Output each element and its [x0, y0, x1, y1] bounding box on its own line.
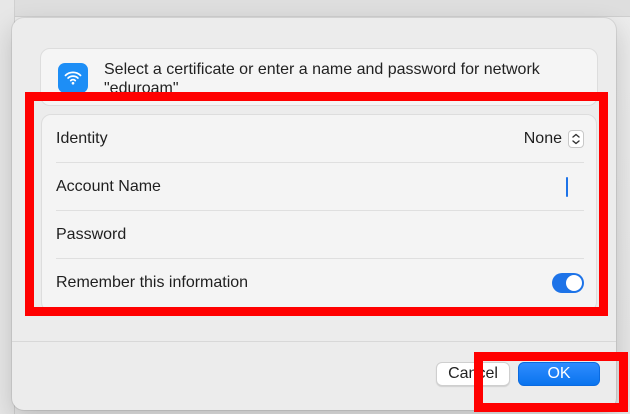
ok-button[interactable]: OK	[518, 362, 600, 386]
chevron-up-down-icon	[568, 130, 584, 148]
network-header-card: Select a certificate or enter a name and…	[40, 48, 598, 106]
network-authentication-dialog: Select a certificate or enter a name and…	[12, 18, 616, 410]
credentials-form: Identity None Account Name Password Reme…	[41, 114, 597, 312]
identity-value: None	[523, 130, 562, 147]
wifi-icon	[58, 63, 88, 93]
password-input[interactable]	[254, 222, 584, 248]
account-name-row: Account Name	[56, 163, 584, 211]
remember-toggle[interactable]	[552, 273, 584, 293]
identity-row: Identity None	[56, 115, 584, 163]
identity-select[interactable]: None	[524, 130, 584, 148]
remember-row: Remember this information	[56, 259, 584, 307]
screen: Select a certificate or enter a name and…	[0, 0, 630, 414]
dialog-footer-divider	[12, 341, 616, 342]
background-window-strip	[0, 0, 630, 17]
text-cursor	[566, 177, 568, 197]
identity-label: Identity	[56, 130, 108, 147]
cancel-button[interactable]: Cancel	[436, 362, 510, 386]
network-instructions: Select a certificate or enter a name and…	[104, 61, 540, 97]
password-row: Password	[56, 211, 584, 259]
remember-label: Remember this information	[56, 274, 249, 291]
account-name-input[interactable]	[254, 174, 584, 200]
account-name-label: Account Name	[56, 178, 161, 195]
password-label: Password	[56, 226, 127, 243]
toggle-knob	[566, 275, 582, 291]
